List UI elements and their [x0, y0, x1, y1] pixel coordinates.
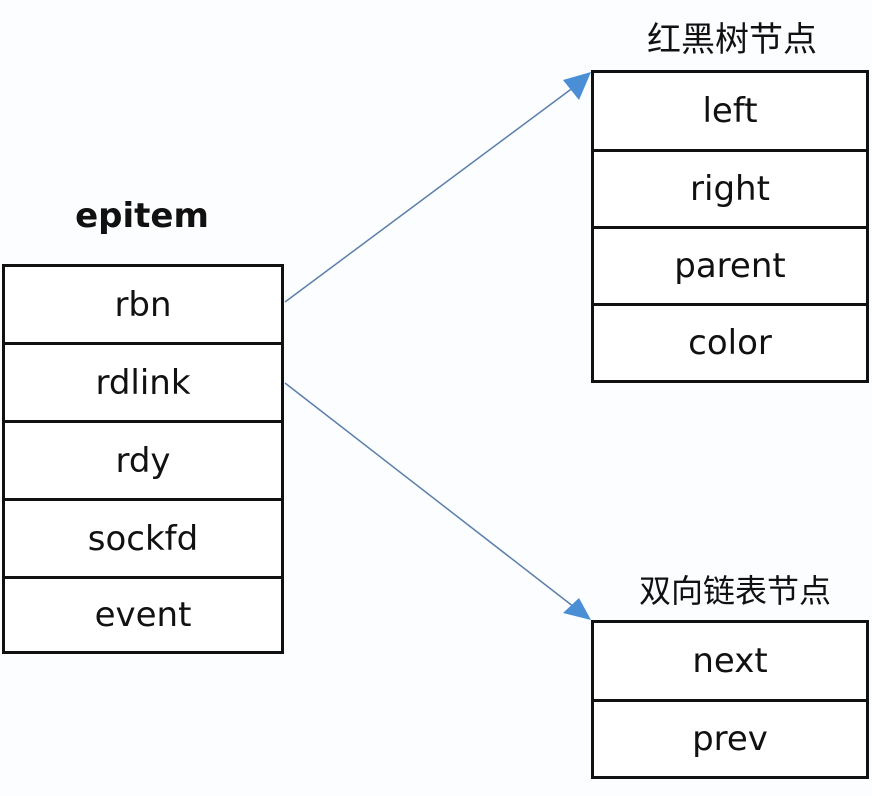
epitem-struct: rbn rdlink rdy sockfd event	[2, 264, 284, 654]
rb-node-title: 红黑树节点	[647, 20, 817, 60]
epitem-field-rdlink: rdlink	[5, 345, 281, 423]
arrow-head-rb-node	[563, 72, 591, 100]
list-node-struct: next prev	[591, 620, 869, 779]
list-node-field-next: next	[594, 623, 866, 702]
epitem-field-rdy: rdy	[5, 423, 281, 501]
rb-node-struct: left right parent color	[591, 70, 869, 383]
list-node-title: 双向链表节点	[638, 572, 831, 610]
epitem-field-event: event	[94, 595, 192, 635]
rb-node-field-left: left	[594, 73, 866, 152]
epitem-field-sockfd: sockfd	[5, 501, 281, 579]
arrow-head-list-node	[563, 598, 591, 620]
arrow-rbn-to-rb-node	[284, 86, 575, 303]
epitem-title: epitem	[75, 196, 209, 236]
rb-node-field-right: right	[594, 152, 866, 229]
list-node-field-prev: prev	[692, 719, 768, 759]
rb-node-field-parent: parent	[594, 229, 866, 306]
epitem-field-rbn: rbn	[5, 267, 281, 345]
arrow-rdlink-to-list-node	[284, 382, 575, 608]
rb-node-field-color: color	[688, 323, 772, 363]
